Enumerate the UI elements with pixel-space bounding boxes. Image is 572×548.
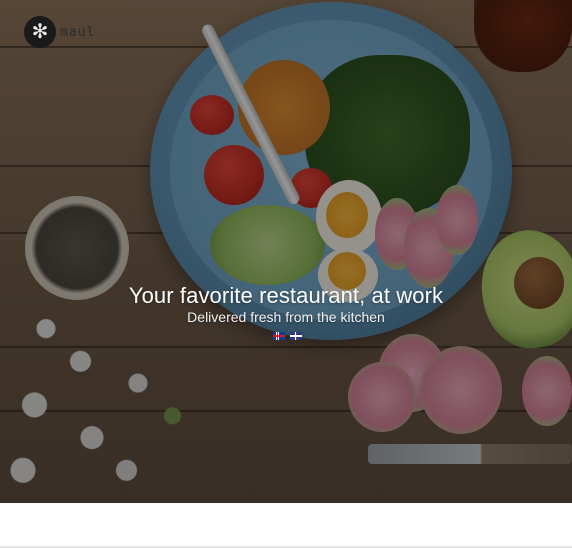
hero-headline: Your favorite restaurant, at work [128, 283, 444, 308]
iceland-flag-icon[interactable] [273, 332, 285, 340]
hero-section: ✻ maul Your favorite restaurant, at work… [0, 0, 572, 503]
hero-dark-overlay [0, 0, 572, 503]
hero-subheadline: Delivered fresh from the kitchen [187, 309, 385, 325]
logo-link[interactable]: ✻ maul [24, 16, 95, 48]
page-footer-area [0, 503, 572, 548]
brand-name: maul [60, 24, 96, 40]
language-switcher [273, 332, 302, 340]
uk-flag-icon[interactable] [290, 332, 302, 340]
flower-logo-icon: ✻ [24, 16, 56, 48]
